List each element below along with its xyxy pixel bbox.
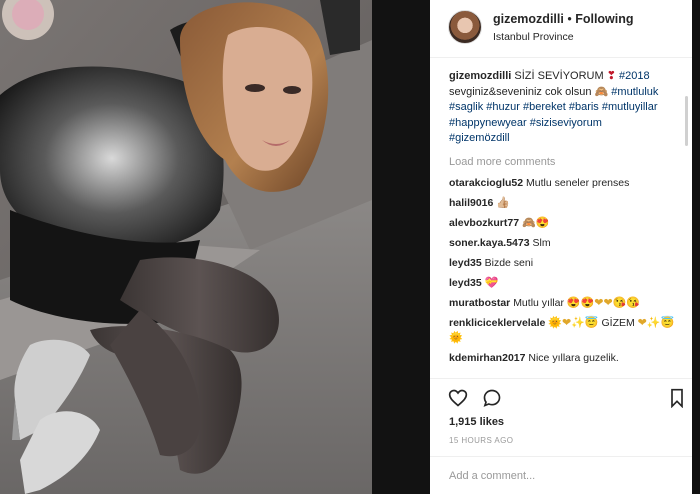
comment-text-2: GİZEM	[601, 316, 635, 329]
comments-scrollbar[interactable]	[685, 96, 688, 146]
post-timestamp[interactable]: 15 HOURS AGO	[449, 436, 513, 445]
comment-emoji: 😍😍❤❤😘😘	[566, 296, 641, 309]
comment-username[interactable]: leyd35	[449, 277, 482, 289]
comment-text: Bizde seni	[484, 256, 534, 269]
comment-text: 🌞❤✨😇	[548, 316, 599, 329]
comment-text: 🙈😍	[521, 216, 550, 229]
comment-text: 👍🏼	[496, 196, 510, 209]
comment-username[interactable]: leyd35	[449, 257, 482, 269]
post-header: gizemozdilli • Following Istanbul Provin…	[430, 0, 692, 58]
comments-list[interactable]: gizemozdilli SİZİ SEVİYORUM ❣ #2018 sevg…	[430, 59, 692, 377]
caption-username[interactable]: gizemozdilli	[449, 70, 511, 82]
avatar[interactable]	[448, 10, 482, 44]
caption: gizemozdilli SİZİ SEVİYORUM ❣ #2018 sevg…	[449, 69, 681, 147]
action-bar	[430, 378, 692, 416]
post-photo[interactable]	[0, 0, 430, 494]
comment-item: halil9016 👍🏼	[449, 196, 681, 211]
comment-username[interactable]: muratbostar	[449, 297, 510, 309]
location-link[interactable]: Istanbul Province	[493, 31, 574, 43]
comment-username[interactable]: kdemirhan2017	[449, 352, 525, 364]
comment-item: otarakcioglu52 Mutlu seneler prenses	[449, 176, 681, 191]
comment-username[interactable]: renklicicekler​velale	[449, 317, 545, 329]
comment-item: alevbozkurt77 🙈😍	[449, 216, 681, 231]
likes-count[interactable]: 1,915 likes	[449, 416, 504, 428]
caption-text: SİZİ SEVİYORUM	[514, 70, 604, 82]
hashtag-link[interactable]: #mutluluk	[611, 86, 658, 98]
comment-item: muratbostar Mutlu yıllar 😍😍❤❤😘😘	[449, 296, 681, 311]
instagram-post-frame: gizemozdilli • Following Istanbul Provin…	[0, 0, 700, 494]
hashtag-link[interactable]: #happynewyear #siziseviyorum	[449, 117, 602, 129]
comment-text: Mutlu yıllar	[513, 296, 564, 309]
comment-username[interactable]: halil9016	[449, 197, 493, 209]
post-photo-illustration	[0, 0, 430, 494]
add-comment-input[interactable]: Add a comment...	[449, 470, 535, 482]
speech-bubble-icon[interactable]	[482, 388, 502, 408]
comment-item: leyd35 Bizde seni	[449, 256, 681, 271]
comment-username[interactable]: otarakcioglu52	[449, 177, 523, 189]
comment-username[interactable]: soner.kaya.5473	[449, 237, 530, 249]
caption-heart-emoji: ❣	[606, 70, 616, 82]
comment-text: Slm	[532, 236, 551, 249]
hashtag-link[interactable]: #gizemözdill	[449, 132, 510, 144]
comment-text: Nice yıllara guzelik.	[528, 351, 619, 364]
comment-item: leyd35 💝	[449, 276, 681, 291]
hashtag-link[interactable]: #saglik #huzur #bereket #baris #mutluyil…	[449, 101, 658, 113]
comment-item: renklicicekler​velale 🌞❤✨😇 GİZEM ❤✨😇🌞	[449, 316, 681, 346]
comment-text: Mutlu seneler prenses	[526, 176, 630, 189]
load-more-comments-button[interactable]: Load more comments	[449, 156, 692, 168]
comment-item: soner.kaya.5473 Slm	[449, 236, 681, 251]
header-separator: •	[567, 12, 572, 26]
comment-username[interactable]: alevbozkurt77	[449, 217, 519, 229]
bookmark-icon[interactable]	[667, 388, 687, 408]
heart-outline-icon[interactable]	[448, 388, 468, 408]
comment-item: kdemirhan2017 Nice yıllara guzelik.	[449, 351, 681, 366]
hashtag-link[interactable]: #2018	[619, 70, 650, 82]
add-comment-bar: Add a comment...	[430, 456, 692, 494]
right-edge-background	[692, 0, 700, 494]
header-line: gizemozdilli • Following	[493, 12, 634, 26]
following-button[interactable]: Following	[575, 12, 633, 26]
caption-text-2: sevginiz&seveniniz cok olsun	[449, 85, 592, 98]
post-side-panel: gizemozdilli • Following Istanbul Provin…	[430, 0, 692, 494]
author-username[interactable]: gizemozdilli	[493, 12, 564, 26]
comment-text: 💝	[484, 276, 499, 289]
caption-emoji: 🙈	[594, 85, 609, 98]
